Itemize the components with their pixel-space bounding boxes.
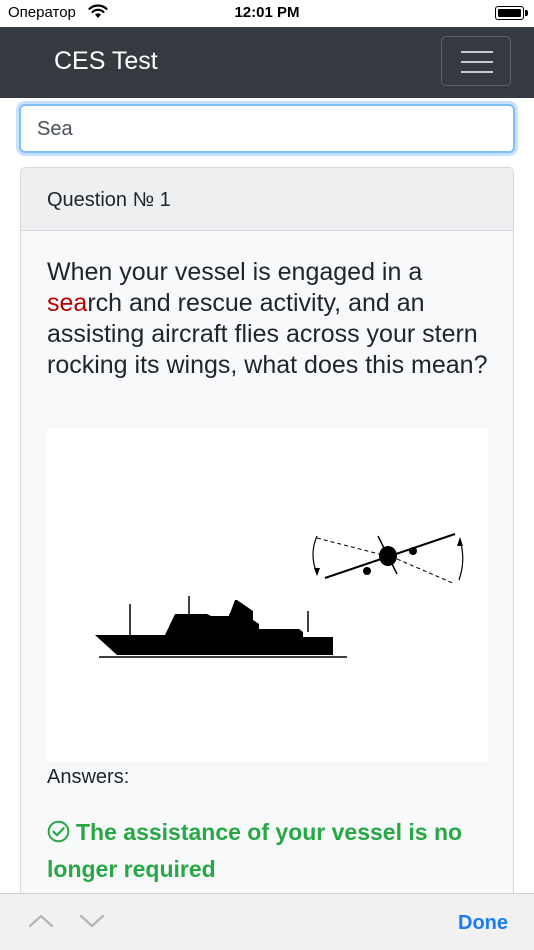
aircraft-icon [312, 533, 464, 585]
answer-item-correct[interactable]: The assistance of your vessel is no long… [47, 815, 487, 886]
done-button[interactable]: Done [458, 912, 508, 935]
check-circle-icon [47, 818, 70, 852]
chevron-down-icon[interactable] [78, 912, 108, 932]
question-text-start: When your vessel is engaged in a [47, 258, 423, 286]
search-field[interactable] [19, 104, 515, 153]
question-number: Question № 1 [47, 189, 171, 211]
ship-icon [95, 596, 347, 658]
answer-text: The assistance of your vessel is no long… [47, 819, 463, 882]
card-header: Question № 1 [21, 168, 513, 231]
search-highlight: sea [47, 289, 88, 317]
status-bar: Оператор 12:01 PM [0, 0, 534, 27]
keyboard-toolbar: Done [0, 893, 534, 950]
hamburger-menu-icon[interactable] [441, 36, 511, 86]
chevron-up-icon[interactable] [27, 912, 57, 932]
question-text: When your vessel is engaged in a search … [47, 257, 497, 381]
question-text-end: rch and rescue activity, and an assistin… [47, 289, 488, 379]
battery-icon [495, 6, 528, 20]
question-card: Question № 1 When your vessel is engaged… [20, 167, 514, 907]
search-input[interactable] [37, 114, 497, 144]
status-time: 12:01 PM [234, 4, 300, 21]
app-title[interactable]: CES Test [54, 47, 158, 76]
ship-and-aircraft-illustration [47, 428, 488, 761]
answers-label: Answers: [47, 766, 130, 788]
navbar: CES Test [0, 27, 534, 98]
